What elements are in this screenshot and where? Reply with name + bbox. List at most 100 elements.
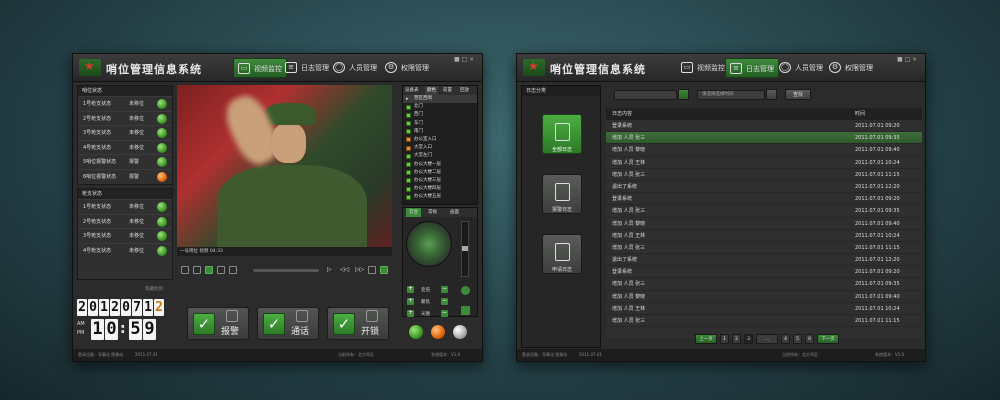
speed-slider[interactable] — [461, 221, 469, 277]
tab-ptz[interactable]: 云台 — [406, 208, 421, 217]
device-name: 大堂左门 — [414, 153, 432, 159]
device-item[interactable]: 办公大楼三层 — [403, 177, 477, 185]
device-item[interactable]: 办公大楼五层 — [403, 193, 477, 201]
zoom-in-button[interactable]: + — [407, 286, 414, 293]
tab-users[interactable]: ◯ 人员管理 — [775, 58, 827, 78]
light-icon[interactable] — [461, 306, 470, 315]
record-icon[interactable] — [380, 266, 388, 274]
log-icon: ≡ — [285, 62, 297, 73]
tab-preset[interactable]: 前置 — [443, 86, 452, 95]
device-item[interactable]: 办公大楼一层 — [403, 161, 477, 169]
table-row[interactable]: 增加 人员 王林 2011.07.01 10:24 — [606, 157, 922, 169]
device-item[interactable]: 办公大楼四层 — [403, 185, 477, 193]
tab-video[interactable]: ▭ 视频监控 — [677, 58, 729, 78]
alarm-button[interactable]: ✓ 报警 — [187, 307, 249, 340]
table-row[interactable]: 增加 人员 张三 2011.07.01 11:15 — [606, 315, 922, 328]
book-icon — [555, 183, 570, 201]
tab-log[interactable]: ≡ 日志管理 — [725, 58, 779, 78]
ptz-joystick[interactable] — [406, 221, 452, 267]
tab-picture[interactable]: 画面 — [450, 208, 459, 217]
tab-users[interactable]: ◯ 人员管理 — [329, 58, 381, 78]
device-item[interactable]: 南门 — [403, 128, 477, 136]
device-item[interactable]: 大堂左门 — [403, 152, 477, 160]
page-button[interactable]: 4 — [781, 334, 790, 344]
snapshot-icon[interactable] — [368, 266, 376, 274]
table-row[interactable]: 增加 人员 张三 2011.07.01 11:15 — [606, 242, 922, 255]
zoom-out-button[interactable]: − — [441, 286, 448, 293]
tab-playback[interactable]: 回放 — [460, 86, 469, 95]
tab-permission[interactable]: ⚙ 权限管理 — [825, 58, 877, 78]
page-button[interactable]: 6 — [805, 334, 814, 344]
status-row: 1号枪支状态 未移位 — [78, 199, 172, 214]
focus-out-button[interactable]: − — [441, 298, 448, 305]
progress-bar[interactable] — [253, 269, 319, 272]
device-item[interactable]: 大堂入口 — [403, 144, 477, 152]
tab-video[interactable]: ▭ 视频监控 — [233, 58, 287, 78]
table-row[interactable]: 增加 人员 黎晓 2011.07.01 09:40 — [606, 144, 922, 157]
fullscreen-icon[interactable] — [181, 266, 189, 274]
log-content: 增加 人员 王林 — [612, 159, 646, 166]
table-row[interactable]: 登录系统 2011.07.01 09:20 — [606, 120, 922, 133]
tab-devices[interactable]: 设备表 — [405, 86, 419, 95]
tab-permission[interactable]: ⚙ 权限管理 — [381, 58, 433, 78]
talk-button[interactable]: ✓ 通话 — [257, 307, 319, 340]
forward-icon[interactable]: ▷▷ — [355, 266, 364, 274]
table-row[interactable]: 登录系统 2011.07.01 09:20 — [606, 266, 922, 279]
auto-icon[interactable] — [461, 286, 470, 295]
layout-16-icon[interactable] — [229, 266, 237, 274]
device-item[interactable]: 办公室入口 — [403, 136, 477, 144]
layout-4-icon[interactable] — [205, 266, 213, 274]
table-row[interactable]: 退出了系统 2011.07.01 12:20 — [606, 254, 922, 267]
table-row[interactable]: 增加 人员 张三 2011.07.01 09:35 — [606, 132, 922, 145]
window-controls[interactable]: ■ □ × — [454, 56, 474, 63]
device-item[interactable]: 办公大楼二层 — [403, 169, 477, 177]
page-button[interactable]: 下一页 — [817, 334, 839, 344]
device-item[interactable]: ▸ 营区西哨 — [403, 95, 477, 104]
keyword-input[interactable] — [614, 90, 677, 100]
page-button[interactable]: ... — [756, 334, 778, 344]
table-row[interactable]: 增加 人员 王林 2011.07.01 10:24 — [606, 230, 922, 242]
rewind-icon[interactable]: ◁◁ — [340, 266, 349, 274]
tab-general[interactable]: 常规 — [428, 208, 437, 217]
page-button[interactable]: 上一页 — [695, 334, 717, 344]
layout-9-icon[interactable] — [217, 266, 225, 274]
device-item[interactable]: 东门 — [403, 120, 477, 128]
page-button[interactable]: 3 — [744, 334, 753, 344]
hide-link[interactable]: 隐藏找到 — [145, 286, 163, 292]
iris-in-button[interactable]: + — [407, 310, 414, 317]
video-feed[interactable] — [177, 85, 392, 247]
layout-1-icon[interactable] — [193, 266, 201, 274]
iris-out-button[interactable]: − — [441, 310, 448, 317]
table-row[interactable]: 增加 人员 黎晓 2011.07.01 09:40 — [606, 291, 922, 303]
calendar-icon[interactable] — [766, 89, 777, 100]
search-button[interactable]: 查找 — [785, 89, 811, 100]
table-row[interactable]: 增加 人员 张三 2011.07.01 11:15 — [606, 169, 922, 181]
date-input[interactable]: 请选择选择时间 — [697, 90, 765, 100]
table-row[interactable]: 增加 人员 张三 2011.07.01 09:35 — [606, 205, 922, 218]
calendar-icon[interactable] — [678, 89, 689, 100]
table-row[interactable]: 增加 人员 黎晓 2011.07.01 09:40 — [606, 218, 922, 230]
tab-color[interactable]: 颜色 — [425, 86, 438, 95]
page-button[interactable]: 2 — [732, 334, 741, 344]
video-caption: 一号哨位 视频 04:33 — [177, 247, 392, 256]
table-row[interactable]: 退出了系统 2011.07.01 12:20 — [606, 181, 922, 194]
device-item[interactable]: 西门 — [403, 111, 477, 119]
device-item[interactable]: 北门 — [403, 103, 477, 111]
status-value: 未移位 — [129, 247, 145, 254]
page-button[interactable]: 5 — [793, 334, 802, 344]
gear-icon: ⚙ — [385, 62, 397, 73]
ptz-tabs: 云台 常规 画面 — [403, 208, 477, 217]
log-time: 2011.07.01 09:35 — [855, 135, 900, 142]
table-row[interactable]: 登录系统 2011.07.01 09:20 — [606, 193, 922, 206]
table-row[interactable]: 增加 人员 王林 2011.07.01 10:24 — [606, 303, 922, 315]
log-content: 增加 人员 张三 — [612, 208, 646, 215]
unlock-button[interactable]: ✓ 开锁 — [327, 307, 389, 340]
page-button[interactable]: 1 — [720, 334, 729, 344]
focus-in-button[interactable]: + — [407, 298, 414, 305]
play-icon[interactable]: ▷ — [327, 266, 335, 274]
table-row[interactable]: 增加 人员 张三 2011.07.01 09:35 — [606, 278, 922, 291]
status-bar: 登录设备：军事化 图像站 2011.07.01 当前所有：北方军区 系统版本：V… — [73, 349, 482, 361]
tab-log[interactable]: ≡ 日志管理 — [281, 58, 333, 78]
section-title: 枪支状态 — [78, 189, 172, 199]
window-controls[interactable]: ■ □ × — [897, 56, 917, 63]
